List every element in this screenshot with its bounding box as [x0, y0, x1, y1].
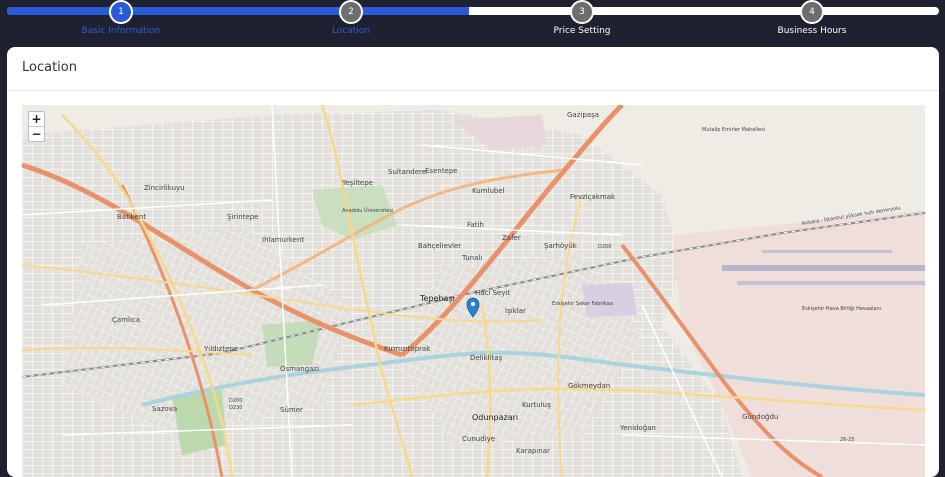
step-label: Business Hours — [777, 26, 847, 36]
location-card: Location Gazipaşa Mutalip Emirler Mahall… — [7, 47, 939, 477]
place-label: Cunudiye — [462, 435, 495, 443]
step-label: Price Setting — [553, 26, 611, 36]
map-view[interactable]: Gazipaşa Mutalip Emirler Mahallesi Zinci… — [22, 105, 925, 477]
place-label: Gökmeydan — [568, 382, 610, 390]
road-label: D200 — [277, 286, 290, 292]
zoom-control: + − — [28, 111, 45, 142]
place-label: Odunpazarı — [472, 413, 518, 422]
step-number: 1 — [109, 0, 133, 24]
road-label: D200 — [229, 398, 242, 404]
zoom-in-button[interactable]: + — [29, 112, 44, 126]
place-label: Gündoğdu — [742, 413, 778, 421]
place-label: Deliklitaş — [470, 354, 503, 362]
place-label: Mutalip Emirler Mahallesi — [702, 127, 765, 133]
place-label: Gazipaşa — [567, 111, 599, 119]
place-label: Eskişehir Şeker Fabrikası — [552, 301, 614, 307]
place-label: Zincirlikuyu — [144, 184, 185, 192]
step-label: Basic Information — [81, 26, 161, 36]
progress-stepper: 1 Basic Information 2 Location 3 Price S… — [0, 0, 945, 46]
place-label: Hacı Seyit — [475, 289, 510, 297]
place-label: Fatih — [467, 221, 484, 229]
step-business-hours[interactable]: 4 Business Hours — [732, 0, 892, 36]
place-label: Fevziçakmak — [570, 193, 616, 201]
place-label: Zafer — [502, 234, 521, 242]
step-number: 3 — [570, 0, 594, 24]
place-label: Sazova — [152, 405, 177, 413]
place-label: Osmangazi — [280, 365, 319, 373]
place-label: Şarhöyük — [544, 242, 578, 250]
place-label: Kumlubel — [472, 187, 505, 195]
place-label: Bahçelievler — [418, 242, 461, 250]
step-number: 4 — [800, 0, 824, 24]
place-label: Yeşiltepe — [341, 179, 373, 187]
place-label: Esentepe — [425, 167, 458, 175]
step-location[interactable]: 2 Location — [271, 0, 431, 36]
place-label: Çamlıca — [112, 316, 140, 324]
step-number: 2 — [339, 0, 363, 24]
zoom-out-button[interactable]: − — [29, 126, 44, 141]
place-label: Yıldıztepe — [203, 345, 238, 353]
place-label: Karapınar — [516, 447, 550, 455]
map-canvas[interactable]: Gazipaşa Mutalip Emirler Mahallesi Zinci… — [22, 105, 925, 477]
place-label: Ihlamurkent — [262, 236, 304, 244]
place-label: Batıkent — [117, 213, 146, 221]
place-label: Tepebaşı — [419, 294, 455, 303]
step-label: Location — [331, 26, 371, 36]
road-label: D200 — [598, 244, 611, 250]
place-label: Sümer — [280, 406, 303, 414]
place-label: Eskişehir Hava Birliği Havaalanı — [802, 305, 881, 312]
place-label: Sultandere — [388, 168, 426, 176]
place-label: Anadolu Üniversitesi — [342, 207, 393, 214]
step-price-setting[interactable]: 3 Price Setting — [502, 0, 662, 36]
place-label: Şirintepe — [227, 213, 258, 221]
card-title: Location — [22, 60, 77, 75]
road-label: D230 — [229, 405, 242, 411]
place-label: Yenidoğan — [619, 424, 656, 432]
divider — [7, 90, 939, 91]
step-basic-information[interactable]: 1 Basic Information — [41, 0, 201, 36]
place-label: Kurtuluş — [522, 401, 551, 409]
place-label: Işıklar — [505, 307, 526, 315]
road-label: 26-25 — [840, 437, 855, 443]
place-label: Kırmızıtoprak — [384, 345, 431, 353]
place-label: Tunalı — [461, 254, 482, 262]
